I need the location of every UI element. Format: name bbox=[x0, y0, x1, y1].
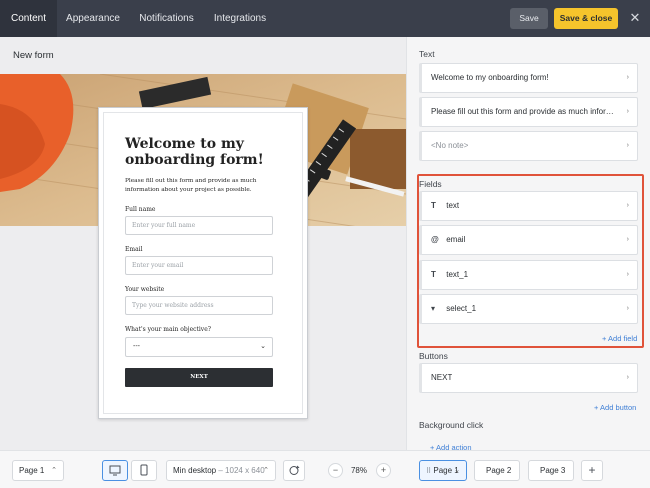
top-bar: Content Appearance Notifications Integra… bbox=[0, 0, 650, 37]
chevron-up-icon: ⌃ bbox=[263, 467, 269, 474]
button-row-next[interactable]: NEXT › bbox=[419, 363, 638, 393]
select-type-icon: ▾ bbox=[431, 304, 436, 313]
field-row-email[interactable]: @ email › bbox=[419, 225, 638, 255]
device-size: – 1024 x 640 bbox=[218, 466, 265, 475]
mobile-view-toggle[interactable] bbox=[131, 460, 157, 481]
desktop-icon bbox=[109, 465, 121, 476]
page-tab-2[interactable]: Page 2 bbox=[474, 460, 520, 481]
full-name-input[interactable]: Enter your full name bbox=[125, 216, 273, 235]
page-tab-label: Page 3 bbox=[540, 466, 566, 475]
text-row-label: <No note> bbox=[431, 141, 469, 150]
email-type-icon: @ bbox=[431, 235, 439, 244]
chevron-down-icon: ⌄ bbox=[454, 467, 460, 474]
website-input[interactable]: Type your website address bbox=[125, 296, 273, 315]
form-next-button[interactable]: NEXT bbox=[125, 368, 273, 387]
field-row-label: text bbox=[446, 201, 460, 210]
page-select[interactable]: Page 1 ⌃ bbox=[12, 460, 64, 481]
device-label: Min desktop bbox=[173, 466, 217, 475]
form-canvas: New form Welcome to my onboarding form! … bbox=[0, 37, 406, 450]
button-row-label: NEXT bbox=[431, 373, 453, 382]
text-type-icon: T bbox=[431, 201, 436, 210]
text-row-label: Please fill out this form and provide as… bbox=[431, 107, 617, 116]
add-field-link[interactable]: + Add field bbox=[602, 334, 637, 343]
drag-handle-icon[interactable]: ⠿ bbox=[426, 468, 431, 475]
email-label: Email bbox=[125, 246, 143, 253]
text-section-title: Text bbox=[419, 49, 435, 59]
device-size-select[interactable]: Min desktop – 1024 x 640 ⌃ bbox=[166, 460, 276, 481]
website-label: Your website bbox=[125, 286, 165, 293]
tab-appearance[interactable]: Appearance bbox=[57, 0, 129, 37]
zoom-level: 78% bbox=[350, 466, 367, 475]
tab-notifications[interactable]: Notifications bbox=[129, 0, 204, 37]
field-row-label: select_1 bbox=[446, 304, 477, 313]
form-preview-card[interactable]: Welcome to my onboarding form! Please fi… bbox=[98, 107, 308, 419]
background-click-title: Background click bbox=[419, 420, 484, 430]
chevron-right-icon: › bbox=[626, 142, 629, 149]
form-description: Please fill out this form and provide as… bbox=[125, 178, 257, 193]
chevron-right-icon: › bbox=[626, 236, 629, 243]
page-tab-1[interactable]: ⠿ Page 1 ⌄ bbox=[419, 460, 467, 481]
bottom-toolbar: Page 1 ⌃ Min desktop – 1024 x 640 ⌃ − 78… bbox=[0, 450, 650, 488]
page-name: New form bbox=[13, 50, 54, 61]
form-title: Welcome to my onboarding form! bbox=[125, 136, 264, 168]
right-panel: Text Welcome to my onboarding form! › Pl… bbox=[406, 37, 650, 452]
field-row-select-1[interactable]: ▾ select_1 › bbox=[419, 294, 638, 324]
text-type-icon: T bbox=[431, 270, 436, 279]
chevron-right-icon: › bbox=[626, 271, 629, 278]
add-page-button[interactable]: + bbox=[581, 460, 603, 481]
chevron-right-icon: › bbox=[626, 374, 629, 381]
page-tab-3[interactable]: Page 3 bbox=[528, 460, 574, 481]
zoom-in-button[interactable]: + bbox=[376, 463, 391, 478]
rotate-button[interactable] bbox=[283, 460, 305, 481]
text-row-description[interactable]: Please fill out this form and provide as… bbox=[419, 97, 638, 127]
objective-select[interactable]: --- ⌄ bbox=[125, 337, 273, 357]
field-row-text[interactable]: T text › bbox=[419, 191, 638, 221]
close-icon[interactable]: ✕ bbox=[628, 10, 642, 26]
desktop-view-toggle[interactable] bbox=[102, 460, 128, 481]
fields-section-title: Fields bbox=[419, 179, 442, 189]
buttons-section-title: Buttons bbox=[419, 351, 448, 361]
page-tab-label: Page 2 bbox=[486, 466, 512, 475]
zoom-out-button[interactable]: − bbox=[328, 463, 343, 478]
chevron-right-icon: › bbox=[626, 202, 629, 209]
field-row-text-1[interactable]: T text_1 › bbox=[419, 260, 638, 290]
tab-integrations[interactable]: Integrations bbox=[204, 0, 276, 37]
form-editor: Content Appearance Notifications Integra… bbox=[0, 0, 650, 488]
objective-label: What's your main objective? bbox=[125, 326, 211, 333]
page-select-value: Page 1 bbox=[19, 466, 45, 475]
chevron-down-icon: ⌄ bbox=[260, 343, 266, 350]
chevron-right-icon: › bbox=[626, 74, 629, 81]
objective-select-value: --- bbox=[133, 343, 140, 350]
save-and-close-button[interactable]: Save & close bbox=[554, 8, 618, 29]
save-button[interactable]: Save bbox=[510, 8, 548, 29]
tab-content[interactable]: Content bbox=[0, 0, 57, 37]
mobile-icon bbox=[140, 464, 148, 476]
full-name-label: Full name bbox=[125, 206, 156, 213]
rotate-icon bbox=[289, 465, 300, 475]
add-button-link[interactable]: + Add button bbox=[594, 403, 636, 412]
chevron-up-icon: ⌃ bbox=[51, 467, 57, 474]
text-row-label: Welcome to my onboarding form! bbox=[431, 73, 549, 82]
text-row-note[interactable]: <No note> › bbox=[419, 131, 638, 161]
text-row-title[interactable]: Welcome to my onboarding form! › bbox=[419, 63, 638, 93]
field-row-label: text_1 bbox=[446, 270, 469, 279]
field-row-label: email bbox=[446, 235, 466, 244]
email-input[interactable]: Enter your email bbox=[125, 256, 273, 275]
chevron-right-icon: › bbox=[626, 108, 629, 115]
chevron-right-icon: › bbox=[626, 305, 629, 312]
